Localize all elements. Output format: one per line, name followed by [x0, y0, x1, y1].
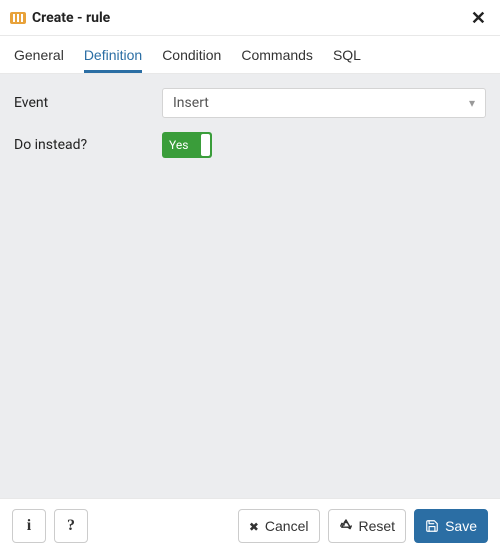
tab-general[interactable]: General [14, 39, 64, 73]
event-select[interactable]: Insert ▾ [162, 88, 486, 118]
reset-label: Reset [359, 518, 396, 534]
tab-condition[interactable]: Condition [162, 39, 221, 73]
save-button[interactable]: Save [414, 509, 488, 543]
recycle-icon [339, 519, 353, 533]
tab-bar: General Definition Condition Commands SQ… [0, 36, 500, 74]
close-icon[interactable]: ✕ [467, 7, 490, 29]
event-select-value: Insert [173, 95, 209, 111]
info-button[interactable] [12, 509, 46, 543]
tab-sql[interactable]: SQL [333, 39, 361, 73]
save-icon [425, 519, 439, 533]
save-label: Save [445, 518, 477, 534]
header-left: Create - rule [10, 10, 110, 26]
info-icon [27, 517, 31, 535]
rule-icon [10, 12, 26, 24]
dialog-header: Create - rule ✕ [0, 0, 500, 36]
question-icon [67, 517, 75, 535]
do-instead-toggle[interactable]: Yes [162, 132, 212, 158]
dialog-footer: Cancel Reset [0, 498, 500, 552]
chevron-down-icon: ▾ [469, 96, 475, 110]
dialog-title: Create - rule [32, 10, 110, 26]
event-label: Event [14, 95, 162, 111]
toggle-thumb [201, 134, 210, 156]
create-rule-dialog: Create - rule ✕ General Definition Condi… [0, 0, 500, 552]
row-event: Event Insert ▾ [14, 88, 486, 118]
tab-commands[interactable]: Commands [241, 39, 313, 73]
cancel-label: Cancel [265, 518, 309, 534]
x-icon [249, 518, 259, 534]
help-button[interactable] [54, 509, 88, 543]
dialog-body: Event Insert ▾ Do instead? Yes [0, 74, 500, 498]
row-do-instead: Do instead? Yes [14, 132, 486, 158]
cancel-button[interactable]: Cancel [238, 509, 320, 543]
tab-definition[interactable]: Definition [84, 39, 142, 73]
do-instead-label: Do instead? [14, 137, 162, 153]
reset-button[interactable]: Reset [328, 509, 407, 543]
toggle-text: Yes [169, 138, 188, 152]
